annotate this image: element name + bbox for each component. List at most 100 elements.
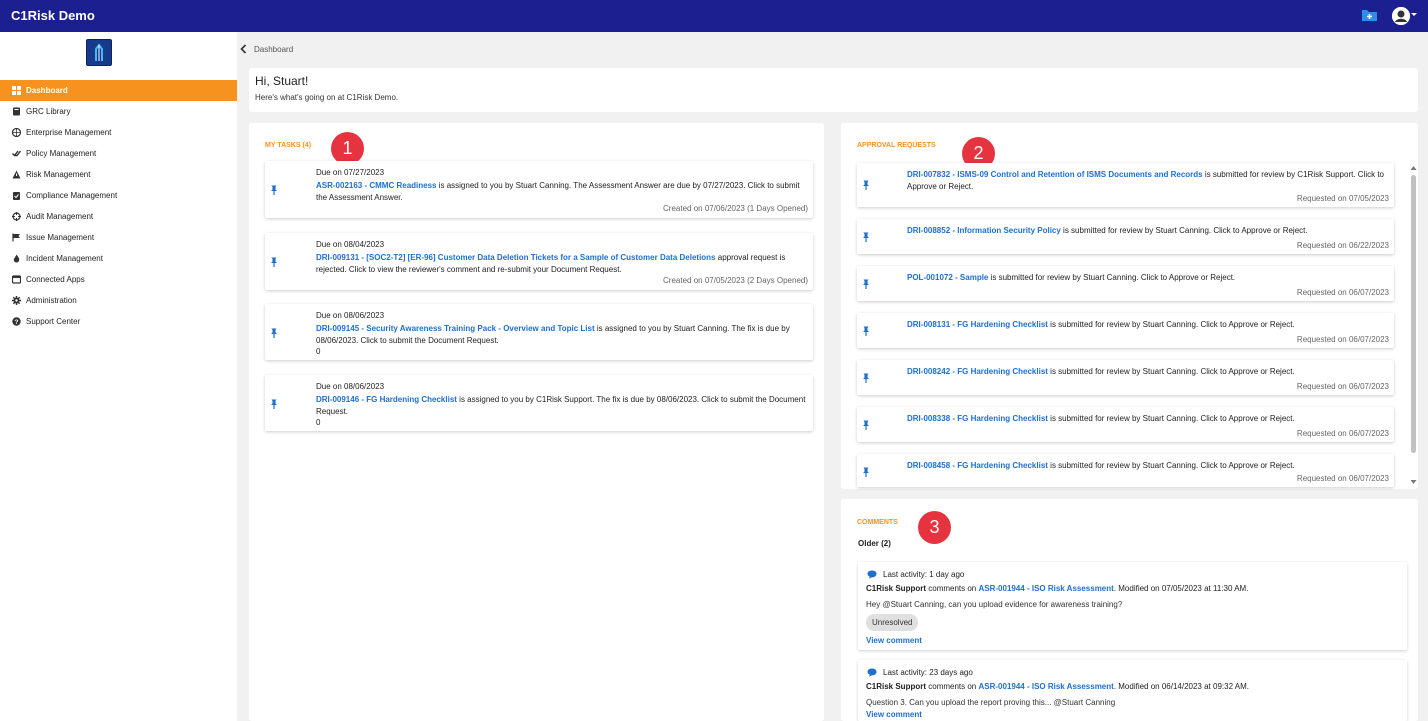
approval-description: DRI-008852 - Information Security Policy… [907,225,1389,237]
approval-card[interactable]: POL-001072 - Sample is submitted for rev… [857,266,1394,301]
approval-link[interactable]: DRI-008131 - FG Hardening Checklist [907,320,1048,329]
approval-card[interactable]: DRI-008458 - FG Hardening Checklist is s… [857,454,1394,487]
task-card[interactable]: Due on 08/06/2023 DRI-009145 - Security … [265,304,813,360]
view-comment-link[interactable]: View comment [866,636,922,645]
approval-card[interactable]: DRI-008852 - Information Security Policy… [857,219,1394,254]
chevron-left-icon[interactable] [240,44,247,54]
comment-header: C1Risk Support comments on ASR-001944 - … [866,682,1249,691]
add-folder-icon[interactable] [1361,8,1378,22]
pin-icon[interactable] [862,420,870,430]
comment-link[interactable]: ASR-001944 - ISO Risk Assessment [978,682,1113,691]
company-logo[interactable] [86,39,112,66]
pin-icon[interactable] [862,467,870,477]
approval-link[interactable]: DRI-008338 - FG Hardening Checklist [907,414,1048,423]
approval-text: is submitted for review by Stuart Cannin… [1047,461,1295,470]
comment-link[interactable]: ASR-001944 - ISO Risk Assessment [978,584,1113,593]
scroll-down-icon[interactable] [1410,479,1417,485]
book-icon [13,107,20,116]
task-link[interactable]: DRI-009145 - Security Awareness Training… [316,324,595,333]
task-description: DRI-009131 - [SOC2-T2] [ER-96] Customer … [316,252,811,276]
chevron-down-icon[interactable] [1411,12,1417,17]
approval-card[interactable]: DRI-008242 - FG Hardening Checklist is s… [857,360,1394,395]
sidebar-item-connected-apps[interactable]: Connected Apps [0,269,237,290]
comments-title: COMMENTS [857,519,898,526]
task-card[interactable]: Due on 08/06/2023 DRI-009146 - FG Harden… [265,375,813,431]
approval-card[interactable]: DRI-008338 - FG Hardening Checklist is s… [857,407,1394,442]
approval-description: DRI-008458 - FG Hardening Checklist is s… [907,460,1389,472]
task-card[interactable]: Due on 08/04/2023 DRI-009131 - [SOC2-T2]… [265,233,813,290]
approval-text: is submitted for review by Stuart Cannin… [988,273,1236,282]
task-due-date: Due on 08/06/2023 [316,311,385,320]
task-link[interactable]: DRI-009131 - [SOC2-T2] [ER-96] Customer … [316,253,716,262]
approval-link[interactable]: DRI-007832 - ISMS-09 Control and Retenti… [907,170,1203,179]
task-due-date: Due on 07/27/2023 [316,168,385,177]
comment-connector: comments on [926,682,979,691]
comment-bubble-icon [867,668,877,677]
dashboard-icon [12,86,21,95]
user-avatar[interactable] [1392,7,1410,25]
approval-link[interactable]: DRI-008852 - Information Security Policy [907,226,1061,235]
comment-author: C1Risk Support [866,584,927,593]
comment-status-badge[interactable]: Unresolved [866,614,919,631]
sidebar-item-audit-management[interactable]: Audit Management [0,206,237,227]
pin-icon[interactable] [270,185,278,195]
clipboard-check-icon [13,192,20,200]
sidebar-item-compliance-management[interactable]: Compliance Management [0,185,237,206]
pin-icon[interactable] [270,257,278,267]
sidebar-item-policy-management[interactable]: Policy Management [0,143,237,164]
check-double-icon [12,150,21,157]
sidebar-item-support-center[interactable]: ? Support Center [0,311,237,332]
pin-icon[interactable] [862,279,870,289]
task-description: DRI-009145 - Security Awareness Training… [316,323,811,347]
approval-card[interactable]: DRI-008131 - FG Hardening Checklist is s… [857,313,1394,348]
view-comment-link[interactable]: View comment [866,710,922,719]
approval-link[interactable]: POL-001072 - Sample [907,273,988,282]
task-link[interactable]: ASR-002163 - CMMC Readiness [316,181,436,190]
sidebar-item-administration[interactable]: Administration [0,290,237,311]
pin-icon[interactable] [862,232,870,242]
comment-last-activity: Last activity: 1 day ago [883,570,965,579]
annotation-marker-3: 3 [918,511,951,544]
pin-icon[interactable] [270,399,278,409]
approval-description: DRI-007832 - ISMS-09 Control and Retenti… [907,169,1389,193]
comment-header: C1Risk Support comments on ASR-001944 - … [866,584,1248,593]
sidebar-nav: Dashboard GRC Library Enterprise Managem… [0,80,237,332]
sidebar-item-grc-library[interactable]: GRC Library [0,101,237,122]
pin-icon[interactable] [270,328,278,338]
comment-body: Hey @Stuart Canning, can you upload evid… [866,600,1123,609]
pin-icon[interactable] [862,180,870,190]
approval-card[interactable]: DRI-007832 - ISMS-09 Control and Retenti… [857,163,1394,207]
sidebar-item-risk-management[interactable]: Risk Management [0,164,237,185]
sidebar-item-incident-management[interactable]: Incident Management [0,248,237,269]
pin-icon[interactable] [862,373,870,383]
app-title: C1Risk Demo [11,8,95,23]
comment-modified: . Modified on 06/14/2023 at 09:32 AM. [1113,682,1250,691]
globe-icon [12,128,21,137]
task-created: Created on 07/06/2023 (1 Days Opened) [663,204,808,213]
sidebar-item-label: Issue Management [26,233,95,242]
approval-link[interactable]: DRI-008458 - FG Hardening Checklist [907,461,1048,470]
approval-link[interactable]: DRI-008242 - FG Hardening Checklist [907,367,1048,376]
task-card[interactable]: Due on 07/27/2023 ASR-002163 - CMMC Read… [265,161,813,218]
greeting-subtitle: Here's what's going on at C1Risk Demo. [255,93,399,102]
sidebar-item-issue-management[interactable]: Issue Management [0,227,237,248]
comments-older-group[interactable]: Older (2) [858,539,891,548]
sidebar-item-enterprise-management[interactable]: Enterprise Management [0,122,237,143]
sidebar-item-label: Policy Management [26,149,97,158]
scroll-up-icon[interactable] [1410,165,1417,171]
gear-icon [12,296,21,305]
approval-text: is submitted for review by Stuart Cannin… [1060,226,1308,235]
breadcrumb[interactable]: Dashboard [254,45,293,54]
pin-icon[interactable] [862,326,870,336]
approval-requests-title: APPROVAL REQUESTS [857,142,936,149]
comment-card[interactable]: Last activity: 23 days ago C1Risk Suppor… [858,660,1407,721]
approval-requested-date: Requested on 06/22/2023 [1296,241,1389,250]
sidebar-item-label: Dashboard [26,86,68,95]
comment-card[interactable]: Last activity: 1 day ago C1Risk Support … [858,562,1407,650]
task-created: Created on 07/05/2023 (2 Days Opened) [663,276,808,285]
scrollbar-thumb[interactable] [1411,175,1416,453]
main-content: Dashboard Hi, Stuart! Here's what's goin… [237,32,1428,721]
task-link[interactable]: DRI-009146 - FG Hardening Checklist [316,395,457,404]
sidebar-item-dashboard[interactable]: Dashboard [0,80,237,101]
approval-description: DRI-008242 - FG Hardening Checklist is s… [907,366,1389,378]
